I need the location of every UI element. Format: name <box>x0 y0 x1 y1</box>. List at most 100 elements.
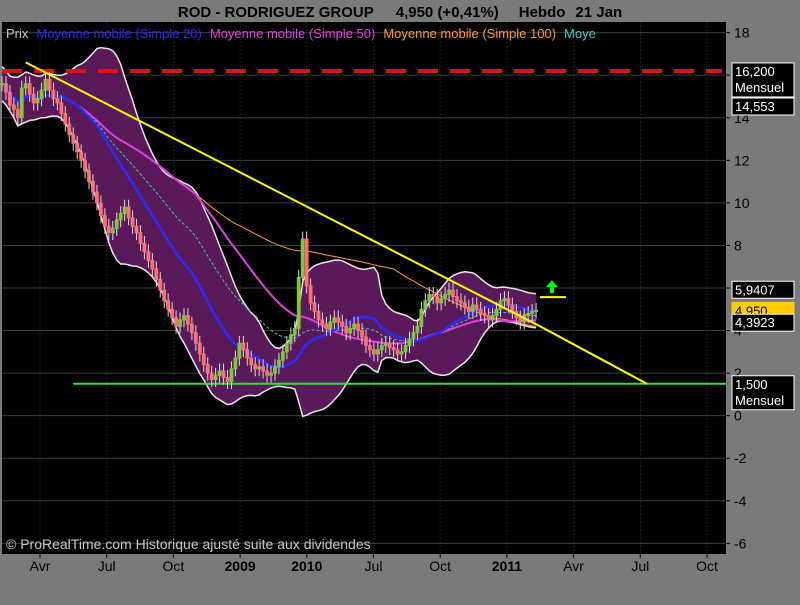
price-tag-sub: Mensuel <box>735 393 784 408</box>
candle-body <box>466 306 471 312</box>
y-tick-label: -2 <box>734 450 747 466</box>
y-tick-label: -4 <box>734 493 747 509</box>
candle-body <box>241 342 246 351</box>
price-tag: 5,9407 <box>731 280 795 299</box>
candle-body <box>87 170 91 183</box>
legend-item: Moyenne mobile (Simple 100) <box>383 26 556 41</box>
candle-body <box>213 374 218 381</box>
candle-body <box>158 278 163 291</box>
candle-body <box>269 372 273 376</box>
candle-body <box>324 323 329 329</box>
price-tag: 16,200Mensuel <box>731 62 795 98</box>
candle-body <box>364 336 368 346</box>
candle-body <box>530 310 535 315</box>
candle-body <box>205 364 210 374</box>
candle-body <box>403 344 408 353</box>
candle-body <box>415 325 420 334</box>
y-tick-label: 18 <box>734 25 750 41</box>
candle-body <box>395 349 400 355</box>
candle-body <box>150 259 155 270</box>
candle-body <box>502 298 507 302</box>
candle-body <box>379 344 384 351</box>
candle-body <box>237 342 242 359</box>
candle-body <box>336 317 341 323</box>
price-tag-sub: Mensuel <box>735 80 784 95</box>
candle-body <box>292 327 297 336</box>
candle-body <box>435 296 440 304</box>
candle-body <box>15 108 20 119</box>
candle-body <box>201 353 206 366</box>
candle-body <box>182 315 186 321</box>
x-tick-label: 2009 <box>225 558 256 574</box>
candle-body <box>99 202 103 217</box>
x-tick-label: Oct <box>696 558 718 574</box>
candle-body <box>67 123 72 136</box>
y-tick-label: -6 <box>734 535 747 551</box>
candle-body <box>277 359 281 368</box>
candle-body <box>233 357 238 370</box>
price-tag-value: 1,500 <box>735 377 768 392</box>
candle-body <box>8 91 12 106</box>
candle-body <box>229 368 234 383</box>
candle-body <box>27 83 32 95</box>
candle-body <box>118 213 123 221</box>
candle-body <box>154 268 159 280</box>
x-tick-label: Jul <box>98 558 116 574</box>
candle-body <box>106 225 111 234</box>
candle-body <box>146 251 151 261</box>
candle-body <box>55 98 60 104</box>
candle-body <box>423 300 428 310</box>
candle-body <box>419 308 424 327</box>
candle-body <box>43 78 48 91</box>
candle-body <box>253 364 258 370</box>
candle-body <box>375 349 380 355</box>
candle-body <box>534 309 538 312</box>
x-tick-label: 2011 <box>492 558 523 574</box>
y-tick-label: 8 <box>734 237 742 253</box>
candle-body <box>387 342 392 349</box>
candle-body <box>83 159 87 172</box>
price-tag: 4,3923 <box>731 313 795 332</box>
price-tag-value: 14,553 <box>735 99 775 114</box>
price-chart: 181614121086420-2-4-6 AvrJulOct20092010J… <box>0 0 800 600</box>
period-label: Hebdo <box>519 4 566 21</box>
candle-body <box>356 323 360 332</box>
candle-body <box>352 323 356 329</box>
candle-body <box>75 142 80 153</box>
candle-body <box>518 317 523 323</box>
candle-body <box>431 293 436 298</box>
candle-body <box>47 78 52 91</box>
price-tag: 1,500Mensuel <box>731 375 795 411</box>
candle-body <box>459 300 463 304</box>
x-tick-label: Avr <box>563 558 584 574</box>
candle-body <box>407 338 412 346</box>
x-tick-label: Jul <box>631 558 649 574</box>
x-tick-label: Oct <box>429 558 451 574</box>
candle-body <box>273 366 277 374</box>
candle-body <box>35 98 40 104</box>
candle-body <box>110 227 115 234</box>
candle-body <box>102 215 107 227</box>
candle-body <box>526 313 531 317</box>
candle-body <box>162 289 167 302</box>
candle-body <box>312 302 317 312</box>
candle-body <box>91 181 95 193</box>
candle-body <box>383 342 388 346</box>
candle-body <box>134 225 139 234</box>
candle-body <box>308 285 313 304</box>
candle-body <box>209 372 214 381</box>
candle-body <box>197 342 202 355</box>
candle-body <box>122 206 127 215</box>
y-tick-label: 10 <box>734 195 750 211</box>
x-tick-label: Jul <box>365 558 383 574</box>
x-tick-label: Oct <box>163 558 185 574</box>
candle-body <box>95 191 99 204</box>
candle-body <box>249 357 254 366</box>
candle-body <box>23 83 28 89</box>
candle-body <box>451 289 455 298</box>
candle-body <box>4 83 8 93</box>
candle-body <box>316 310 321 321</box>
candle-body <box>427 293 432 302</box>
candle-body <box>281 351 285 361</box>
candle-body <box>71 134 76 144</box>
